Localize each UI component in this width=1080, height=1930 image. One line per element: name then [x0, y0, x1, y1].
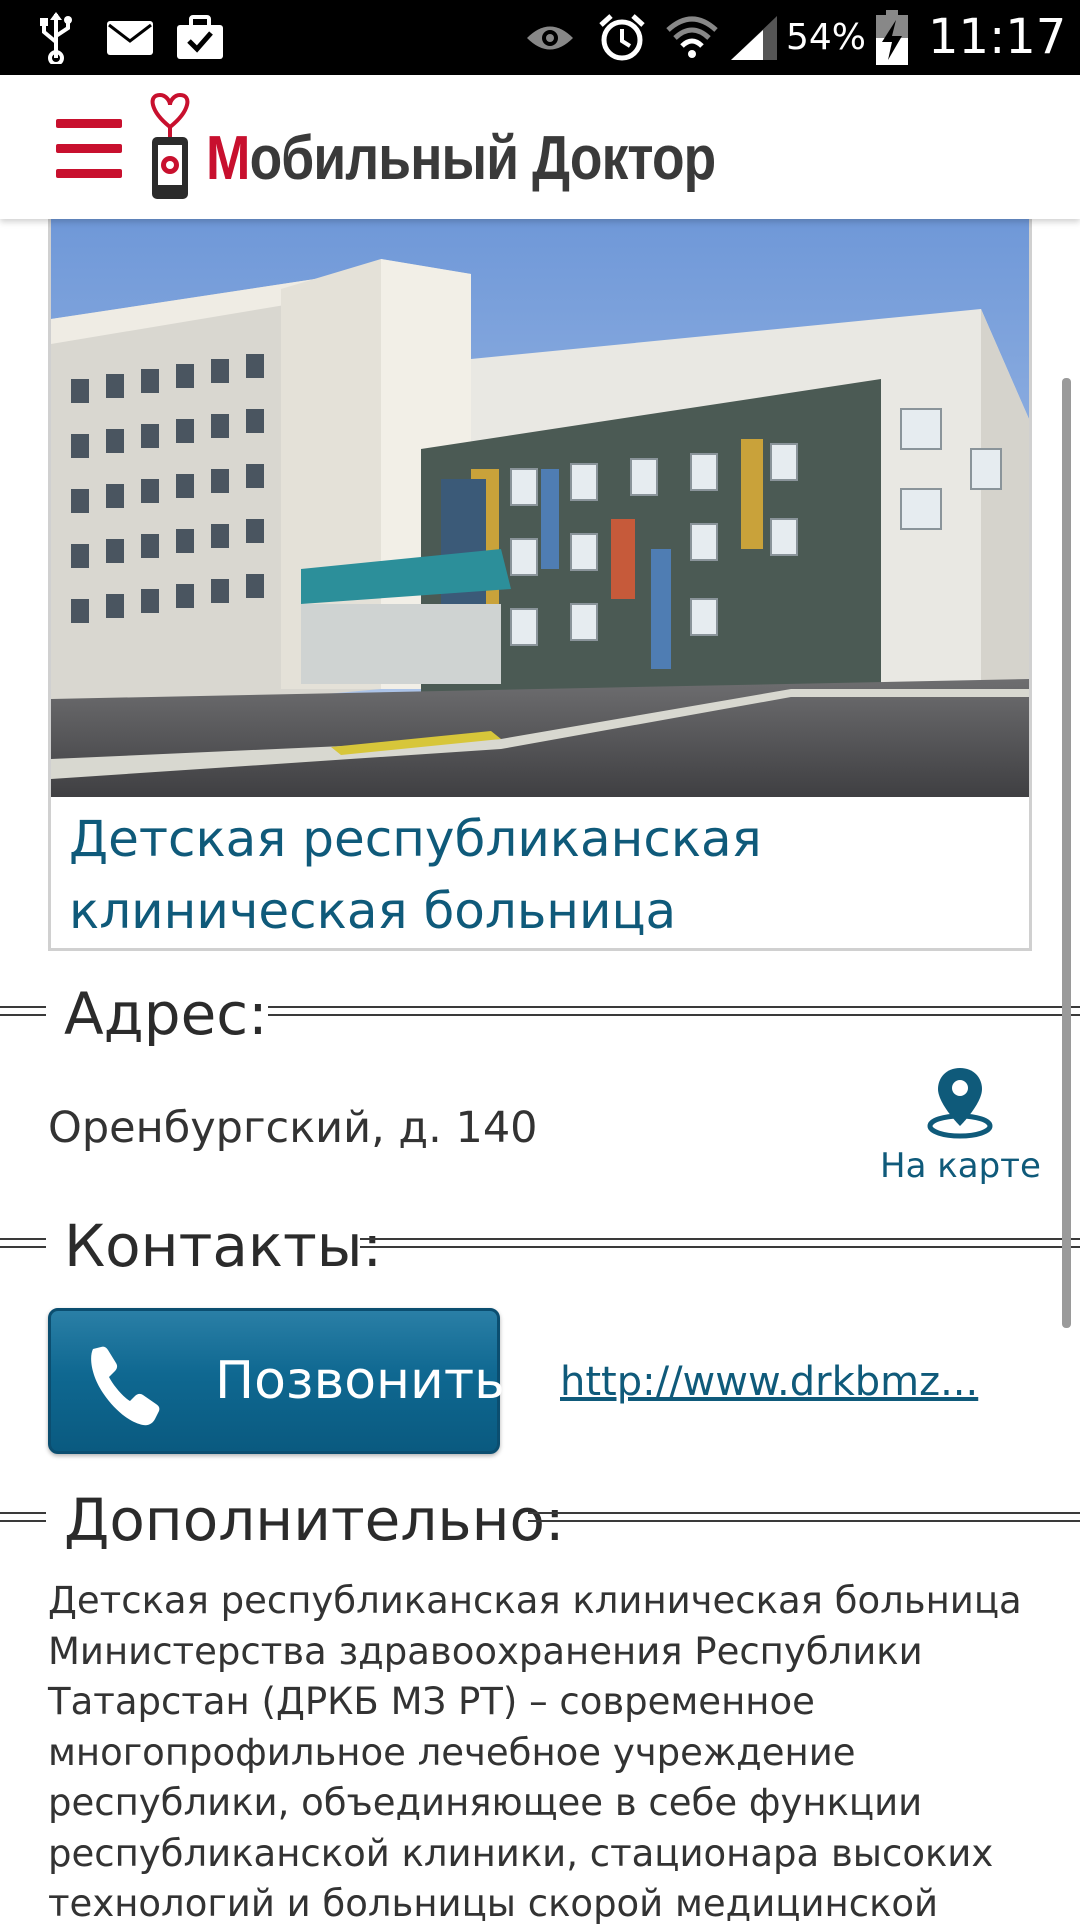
- scrollbar[interactable]: [1062, 378, 1071, 1328]
- battery-charging-icon: [872, 0, 912, 75]
- section-title-extra: Дополнительно:: [64, 1486, 565, 1554]
- menu-button[interactable]: [56, 119, 122, 179]
- divider: [0, 1246, 46, 1248]
- menu-bar: [56, 169, 122, 178]
- app-logo-title: Мобильный Доктор: [206, 119, 717, 199]
- phone-icon: [83, 1335, 173, 1435]
- description-line: технологий и больницы скорой медицинской: [48, 1882, 939, 1925]
- app-header: Мобильный Доктор: [0, 75, 1080, 219]
- map-link[interactable]: На карте: [880, 1062, 1041, 1192]
- status-bar: 54% 11:17: [0, 0, 1080, 75]
- battery-percent: 54%: [786, 17, 867, 58]
- clock: 11:17: [928, 9, 1067, 65]
- description-line: многопрофильное лечебное учреждение: [48, 1730, 856, 1774]
- hospital-title[interactable]: Детская республиканская клиническая боль…: [69, 803, 1009, 947]
- menu-bar: [56, 144, 122, 153]
- divider: [0, 1512, 46, 1514]
- divider: [528, 1520, 1080, 1522]
- divider: [0, 1520, 46, 1522]
- divider: [360, 1238, 1080, 1240]
- divider: [360, 1246, 1080, 1248]
- alarm-icon: [596, 0, 648, 75]
- map-link-label: На карте: [880, 1146, 1041, 1186]
- divider: [0, 1006, 46, 1008]
- usb-icon: [32, 0, 80, 75]
- divider: [0, 1014, 46, 1016]
- call-button[interactable]: Позвонить: [48, 1308, 505, 1454]
- call-button-label: Позвонить: [215, 1351, 505, 1411]
- section-header-address: Адрес:: [0, 974, 1080, 1054]
- divider: [268, 1006, 1080, 1008]
- description-text: Детская республиканская клиническая боль…: [48, 1576, 1038, 1930]
- website-link[interactable]: http://www.drkbmz...: [560, 1352, 978, 1412]
- signal-icon: [728, 0, 780, 75]
- divider: [528, 1512, 1080, 1514]
- email-icon: [104, 0, 156, 75]
- logo-icon: [144, 92, 196, 205]
- description-line: Министерства здравоохранения Республики: [48, 1629, 923, 1673]
- description-line: Детская республиканская клиническая боль…: [48, 1579, 1022, 1622]
- description-line: республики, объединяющее в себе функции: [48, 1781, 923, 1824]
- address-text: Оренбургский, д. 140: [48, 1103, 538, 1153]
- logo-title-rest: обильный Доктор: [249, 124, 717, 193]
- section-title-contacts: Контакты:: [64, 1212, 383, 1280]
- hospital-title-line: клиническая больница: [69, 882, 677, 940]
- logo-accent-letter: М: [206, 124, 250, 193]
- description-line: республиканской клиники, стационара высо…: [48, 1831, 994, 1875]
- hospital-card[interactable]: Детская республиканская клиническая боль…: [48, 219, 1032, 951]
- wifi-icon: [664, 0, 720, 75]
- section-header-contacts: Контакты:: [0, 1206, 1080, 1286]
- map-pin-icon: [924, 1064, 996, 1148]
- hospital-photo: [51, 219, 1029, 797]
- divider: [268, 1014, 1080, 1016]
- divider: [0, 1238, 46, 1240]
- description-line: Татарстан (ДРКБ МЗ РТ) – современное: [48, 1680, 815, 1723]
- eye-icon: [524, 0, 576, 75]
- briefcase-check-icon: [174, 0, 226, 75]
- section-title-address: Адрес:: [64, 980, 268, 1048]
- hospital-title-line: Детская республиканская: [69, 810, 762, 868]
- section-header-extra: Дополнительно:: [0, 1480, 1080, 1560]
- menu-bar: [56, 119, 122, 128]
